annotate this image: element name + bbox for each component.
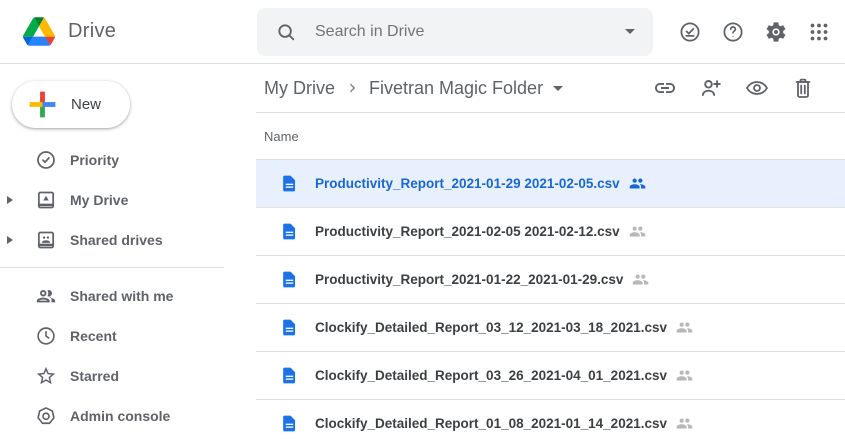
file-name: Productivity_Report_2021-01-22_2021-01-2… [315,272,623,287]
file-name: Productivity_Report_2021-01-29 2021-02-0… [315,176,620,191]
csv-file-icon [280,318,299,337]
search-bar[interactable] [257,8,653,56]
file-row[interactable]: Productivity_Report_2021-01-29 2021-02-0… [256,160,845,208]
folder-toolbar [653,76,845,100]
settings-gear-icon[interactable] [764,20,788,44]
offline-status-icon[interactable] [678,20,702,44]
file-name: Productivity_Report_2021-02-05 2021-02-1… [315,224,620,239]
search-input[interactable] [315,23,615,41]
sidebar-item-admin-console[interactable]: Admin console [0,396,256,436]
top-app-bar: Drive [0,0,845,64]
shared-people-icon [629,175,646,192]
drive-logo-home[interactable]: Drive [0,17,257,46]
shared-people-icon [629,223,646,240]
get-link-icon[interactable] [653,76,677,100]
search-options-caret-icon[interactable] [625,29,635,34]
sidebar-item-label: Recent [70,328,117,344]
expand-arrow-icon[interactable] [7,196,13,204]
sidebar-item-label: Admin console [70,408,170,424]
shared-drives-icon [35,229,57,251]
new-button[interactable]: New [12,81,130,128]
header-icon-group [678,20,845,44]
sidebar-nav: Priority My Drive [0,140,256,436]
my-drive-icon [35,189,57,211]
csv-file-icon [280,270,299,289]
breadcrumb: My Drive Fivetran Magic Folder [256,64,845,113]
shared-people-icon [676,367,693,384]
sidebar-item-label: Starred [70,368,119,384]
sidebar-item-label: My Drive [70,192,128,208]
star-icon [35,365,57,387]
breadcrumb-my-drive[interactable]: My Drive [264,78,335,99]
file-list: Productivity_Report_2021-01-29 2021-02-0… [256,160,845,439]
drive-logo-icon [23,17,55,46]
column-header-name[interactable]: Name [256,113,845,160]
admin-console-icon [35,405,57,427]
csv-file-icon [280,414,299,433]
file-name: Clockify_Detailed_Report_01_08_2021-01_1… [315,416,667,431]
file-name: Clockify_Detailed_Report_03_12_2021-03_1… [315,320,667,335]
sidebar-item-recent[interactable]: Recent [0,316,256,356]
sidebar-item-shared-with-me[interactable]: Shared with me [0,276,256,316]
sidebar: New Priority [0,64,256,439]
folder-menu-caret-icon[interactable] [553,86,563,91]
shared-people-icon [676,415,693,432]
file-row[interactable]: Productivity_Report_2021-01-22_2021-01-2… [256,256,845,304]
file-row[interactable]: Clockify_Detailed_Report_03_12_2021-03_1… [256,304,845,352]
file-row[interactable]: Clockify_Detailed_Report_01_08_2021-01_1… [256,400,845,439]
file-row[interactable]: Clockify_Detailed_Report_03_26_2021-04_0… [256,352,845,400]
add-person-icon[interactable] [699,76,723,100]
csv-file-icon [280,222,299,241]
sidebar-item-starred[interactable]: Starred [0,356,256,396]
shared-people-icon [676,319,693,336]
new-button-label: New [71,96,101,113]
clock-icon [35,325,57,347]
breadcrumb-current-folder[interactable]: Fivetran Magic Folder [369,78,543,99]
sidebar-divider [0,267,224,268]
help-icon[interactable] [721,20,745,44]
csv-file-icon [280,174,299,193]
circle-check-icon [35,149,57,171]
file-name: Clockify_Detailed_Report_03_26_2021-04_0… [315,368,667,383]
search-icon [275,21,297,43]
csv-file-icon [280,366,299,385]
preview-eye-icon[interactable] [745,76,769,100]
sidebar-item-my-drive[interactable]: My Drive [0,180,256,220]
chevron-right-icon [343,79,361,97]
shared-people-icon [632,271,649,288]
sidebar-item-shared-drives[interactable]: Shared drives [0,220,256,260]
file-row[interactable]: Productivity_Report_2021-02-05 2021-02-1… [256,208,845,256]
file-browser: My Drive Fivetran Magic Folder [256,64,845,439]
sidebar-item-priority[interactable]: Priority [0,140,256,180]
multicolor-plus-icon [28,90,57,119]
expand-arrow-icon[interactable] [7,236,13,244]
google-apps-grid-icon[interactable] [807,20,831,44]
sidebar-item-label: Shared drives [70,232,163,248]
trash-icon[interactable] [791,76,815,100]
sidebar-item-label: Priority [70,152,119,168]
app-title: Drive [68,20,116,43]
sidebar-item-label: Shared with me [70,288,173,304]
people-outline-icon [35,285,57,307]
